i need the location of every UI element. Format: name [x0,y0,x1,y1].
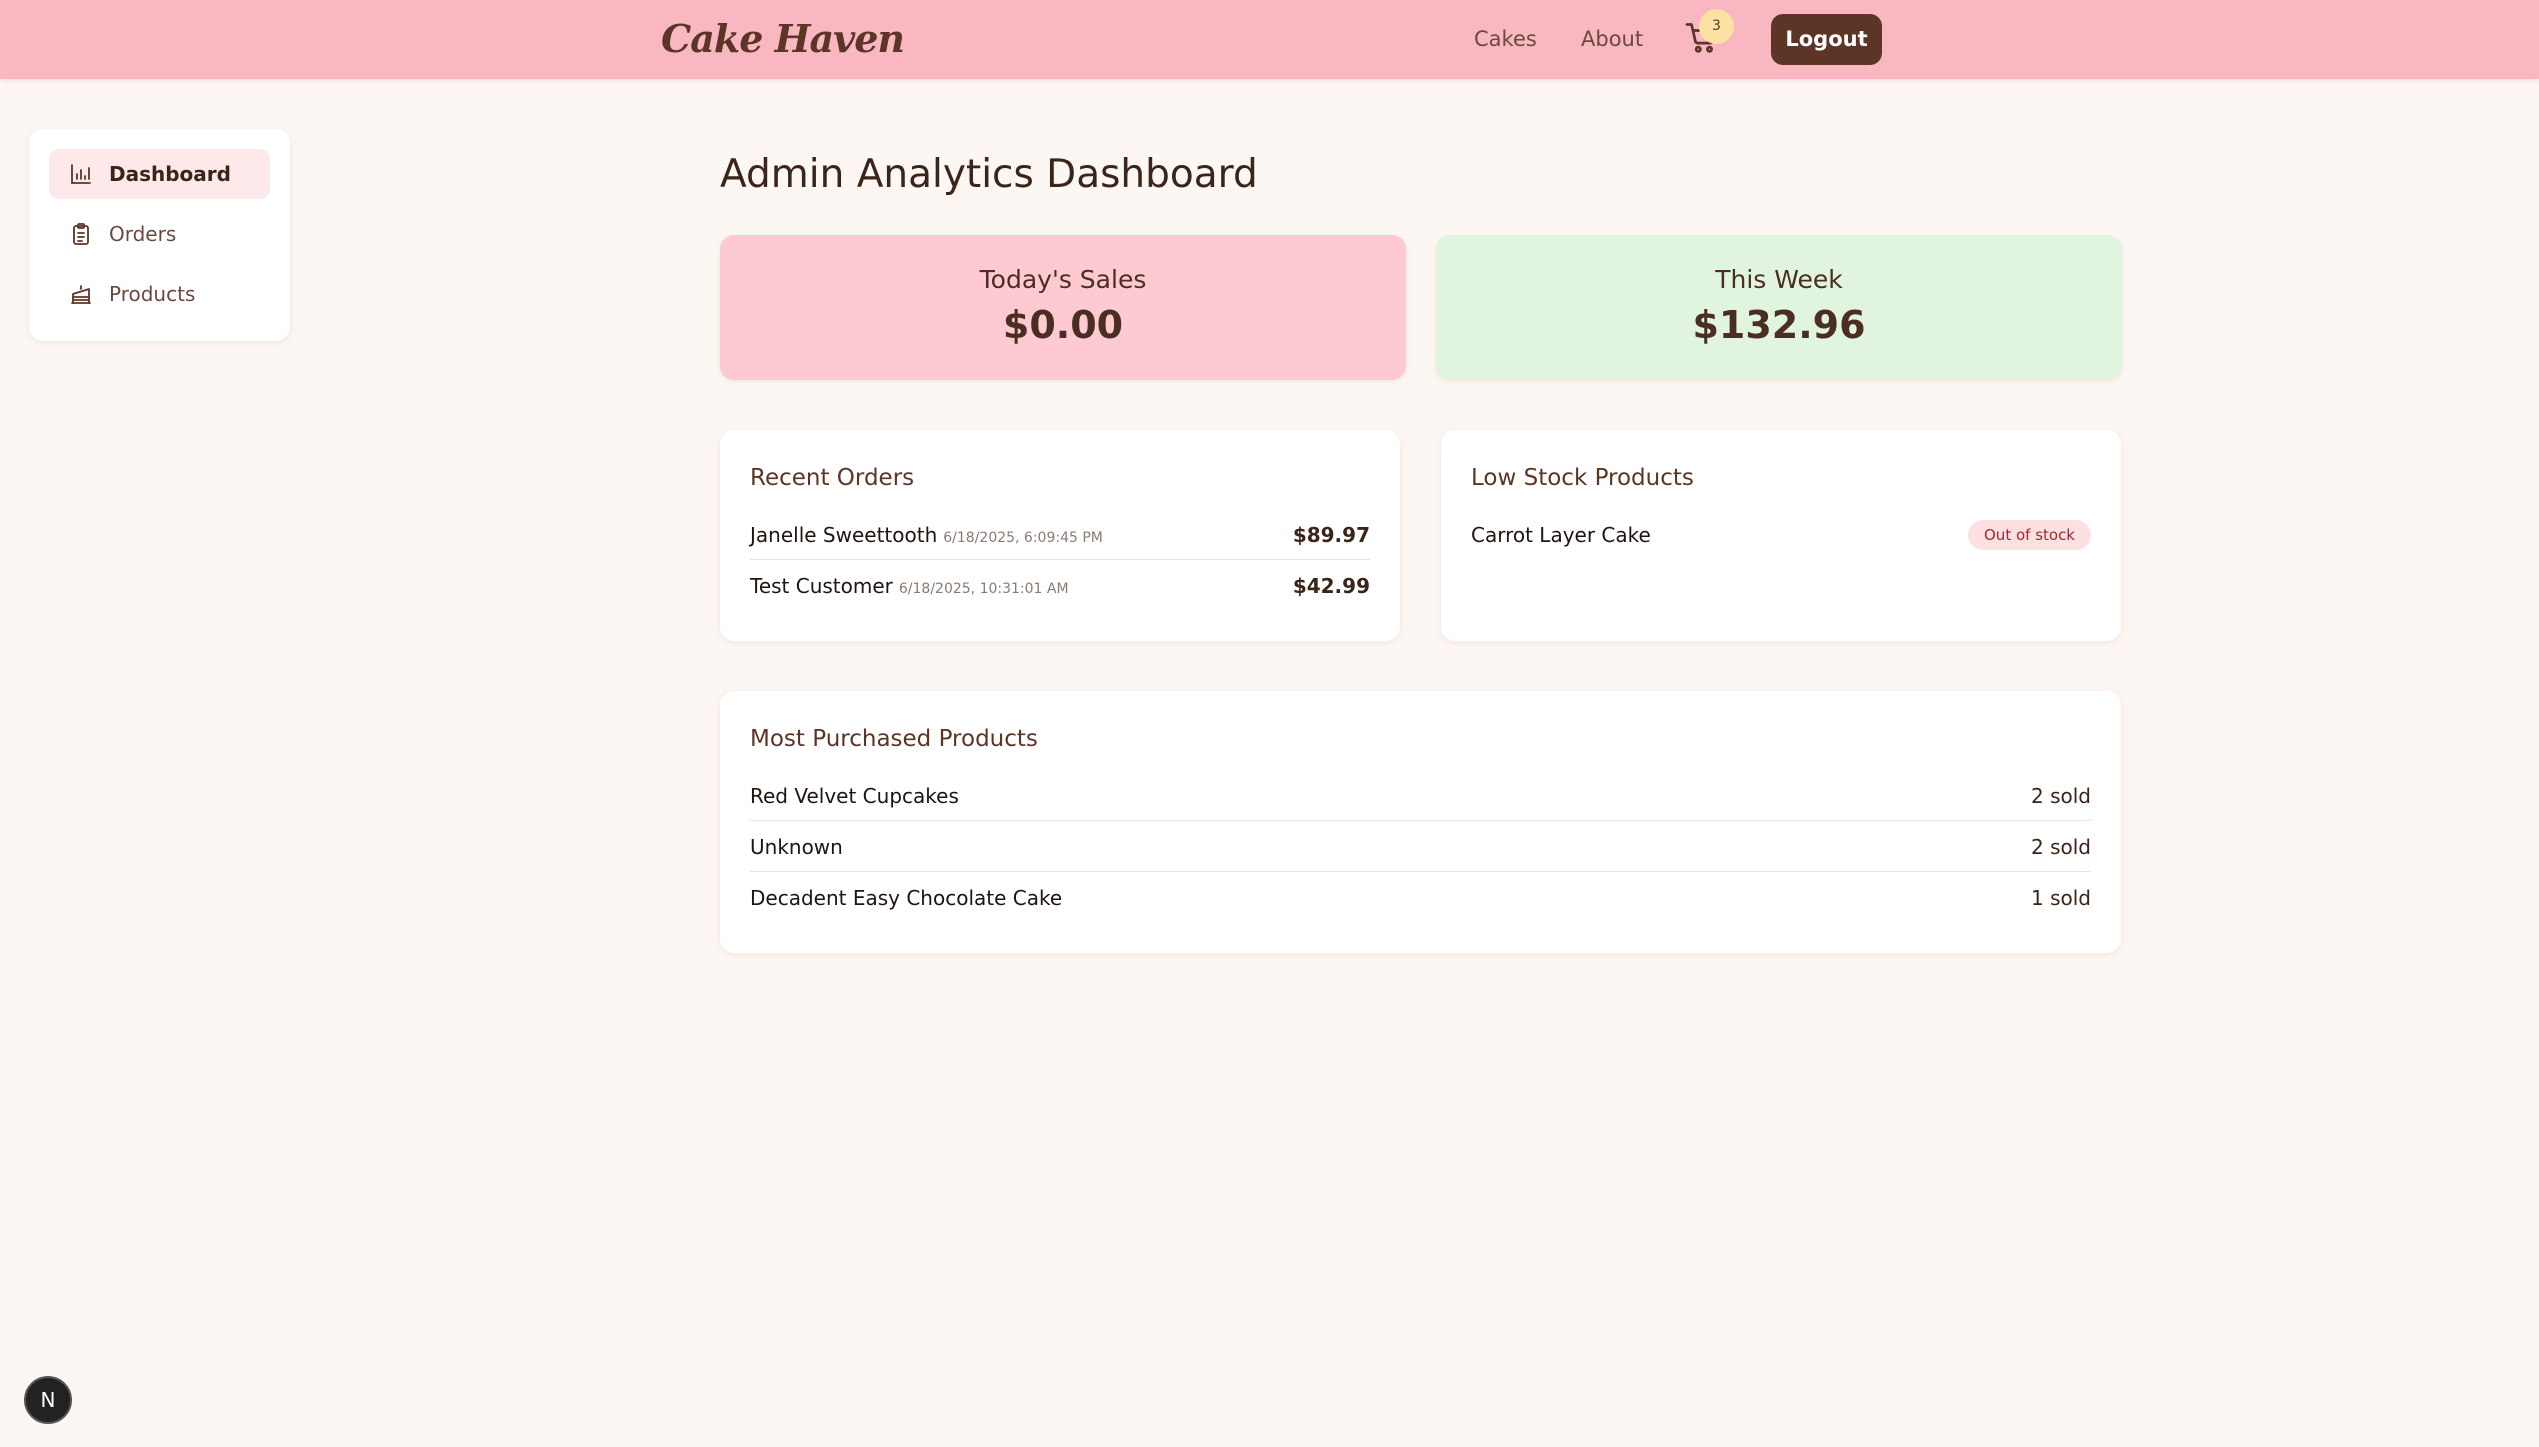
nav-link-about[interactable]: About [1581,22,1643,56]
status-badge: Out of stock [1968,520,2091,550]
sold-count: 2 sold [2031,835,2091,859]
order-row[interactable]: Test Customer 6/18/2025, 10:31:01 AM $42.… [750,561,1370,611]
sidebar-item-label: Dashboard [109,162,231,186]
stat-label: Today's Sales [979,265,1147,294]
stat-card-today-sales: Today's Sales $0.00 [720,235,1406,380]
low-stock-panel: Low Stock Products Carrot Layer Cake Out… [1441,430,2121,641]
product-name: Carrot Layer Cake [1471,523,1651,547]
product-row[interactable]: Decadent Easy Chocolate Cake 1 sold [750,873,2091,923]
order-customer: Janelle Sweettooth 6/18/2025, 6:09:45 PM [750,510,1103,560]
stat-value: $0.00 [1002,303,1124,347]
sidebar-item-label: Orders [109,222,177,246]
sidebar-item-products[interactable]: Products [49,269,270,319]
bar-chart-icon [69,162,93,186]
product-name: Unknown [750,835,843,859]
panel-title: Most Purchased Products [750,726,1038,752]
customer-name: Test Customer [750,574,893,598]
product-name: Decadent Easy Chocolate Cake [750,886,1063,910]
most-purchased-panel: Most Purchased Products Red Velvet Cupca… [720,691,2121,953]
cart-count-badge: 3 [1699,9,1734,44]
order-row[interactable]: Janelle Sweettooth 6/18/2025, 6:09:45 PM … [750,510,1370,560]
page-title: Admin Analytics Dashboard [720,152,1258,197]
sidebar-item-dashboard[interactable]: Dashboard [49,149,270,199]
dev-tools-badge[interactable]: N [24,1376,72,1424]
sidebar-item-orders[interactable]: Orders [49,209,270,259]
low-stock-row[interactable]: Carrot Layer Cake Out of stock [1471,510,2091,560]
recent-orders-panel: Recent Orders Janelle Sweettooth 6/18/202… [720,430,1400,641]
order-customer: Test Customer 6/18/2025, 10:31:01 AM [750,561,1069,611]
cake-icon [69,282,93,306]
stat-label: This Week [1715,265,1843,294]
order-timestamp: 6/18/2025, 10:31:01 AM [898,581,1069,597]
order-amount: $89.97 [1292,523,1370,547]
sold-count: 1 sold [2031,886,2091,910]
brand-logo[interactable]: Cake Haven [661,10,905,68]
stat-value: $132.96 [1692,303,1866,347]
sold-count: 2 sold [2031,784,2091,808]
top-navbar: Cake Haven Cakes About 3 Logout [0,0,2539,79]
panel-title: Low Stock Products [1471,465,1694,491]
order-timestamp: 6/18/2025, 6:09:45 PM [943,530,1103,546]
product-row[interactable]: Red Velvet Cupcakes 2 sold [750,771,2091,821]
logout-button[interactable]: Logout [1771,14,1882,65]
admin-sidebar: Dashboard Orders Products [29,129,290,341]
stat-card-this-week: This Week $132.96 [1436,235,2122,380]
panel-title: Recent Orders [750,465,915,491]
customer-name: Janelle Sweettooth [750,523,938,547]
product-row[interactable]: Unknown 2 sold [750,822,2091,872]
clipboard-icon [69,222,93,246]
sidebar-item-label: Products [109,282,196,306]
product-name: Red Velvet Cupcakes [750,784,959,808]
order-amount: $42.99 [1292,574,1370,598]
nav-link-cakes[interactable]: Cakes [1474,22,1537,56]
